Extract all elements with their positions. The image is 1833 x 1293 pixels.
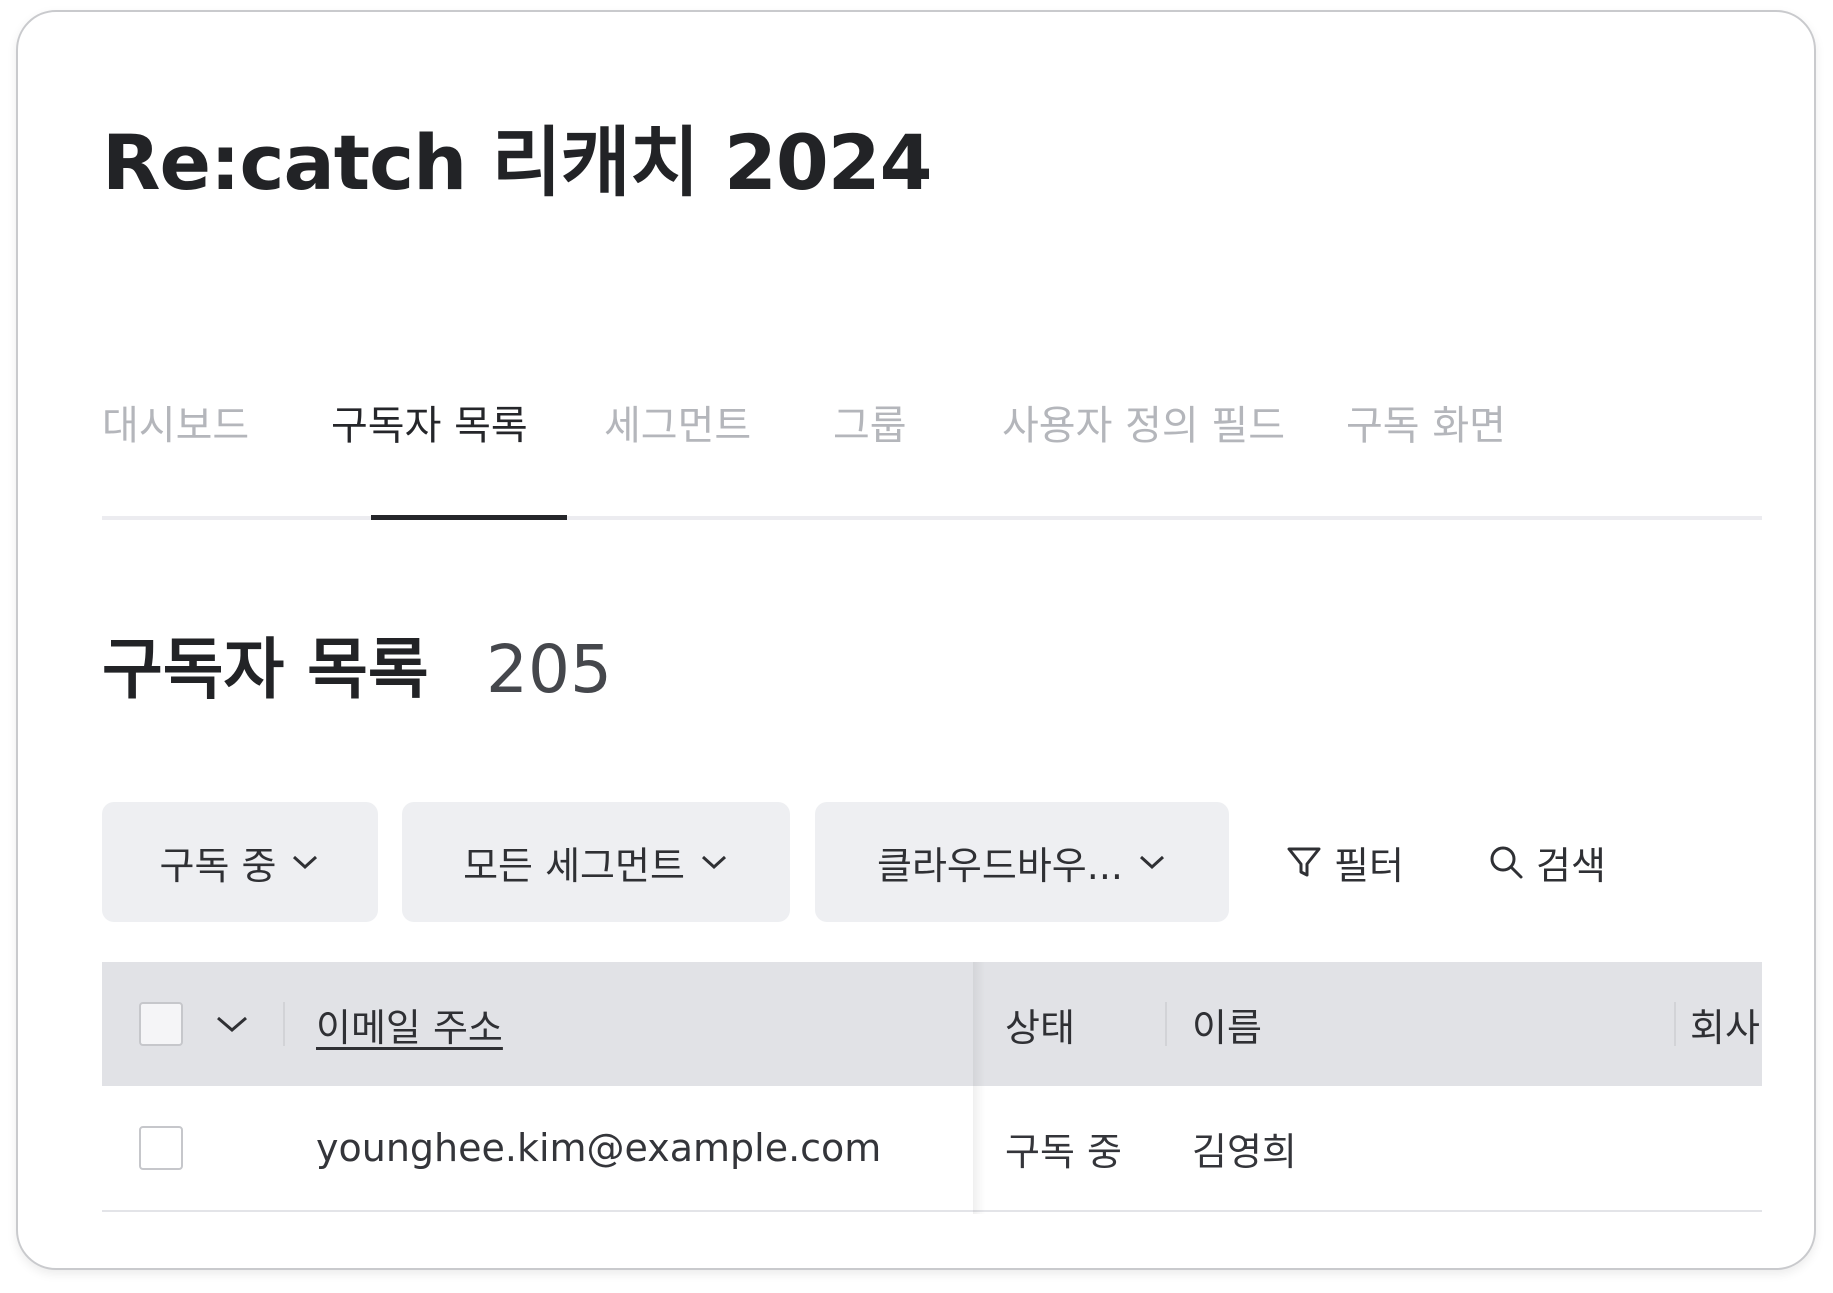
- select-all-checkbox[interactable]: [139, 1002, 183, 1046]
- pinned-column-shadow: [973, 962, 985, 1214]
- chevron-down-icon: [1139, 855, 1165, 870]
- group-filter-dropdown[interactable]: 클라우드바우...: [815, 802, 1229, 922]
- tab-dashboard[interactable]: 대시보드: [102, 402, 249, 450]
- page-title: Re:catch 리캐치 2024: [102, 118, 932, 207]
- table-row[interactable]: younghee.kim@example.com 구독 중 김영희: [102, 1086, 1762, 1212]
- table-header: 이메일 주소 상태 이름 회사: [102, 962, 1762, 1086]
- column-header-status[interactable]: 상태: [1005, 962, 1075, 1086]
- filter-button-label: 필터: [1334, 843, 1404, 888]
- column-divider: [283, 1002, 285, 1046]
- column-header-company[interactable]: 회사: [1690, 962, 1760, 1086]
- search-icon: [1490, 846, 1523, 879]
- segment-filter-label: 모든 세그먼트: [463, 843, 685, 888]
- funnel-icon: [1287, 847, 1321, 877]
- subscriber-count: 205: [486, 631, 612, 708]
- tab-segments[interactable]: 세그먼트: [604, 402, 751, 450]
- segment-filter-dropdown[interactable]: 모든 세그먼트: [402, 802, 790, 922]
- filter-button[interactable]: 필터: [1286, 802, 1404, 922]
- chevron-down-icon: [293, 855, 318, 870]
- status-filter-dropdown[interactable]: 구독 중: [102, 802, 378, 922]
- row-status: 구독 중: [1005, 1129, 1122, 1174]
- tab-groups[interactable]: 그룹: [833, 402, 907, 450]
- tab-subscriber-list[interactable]: 구독자 목록: [331, 402, 528, 450]
- group-filter-label: 클라우드바우...: [877, 843, 1123, 888]
- tab-bar: 대시보드 구독자 목록 세그먼트 그룹 사용자 정의 필드 구독 화면: [102, 382, 1762, 520]
- search-button[interactable]: 검색: [1488, 802, 1606, 922]
- column-header-email[interactable]: 이메일 주소: [316, 962, 503, 1086]
- list-heading: 구독자 목록: [102, 631, 429, 708]
- tab-subscribe-page[interactable]: 구독 화면: [1346, 402, 1506, 450]
- chevron-down-icon: [701, 855, 726, 870]
- status-filter-label: 구독 중: [159, 843, 277, 888]
- column-divider: [1165, 1002, 1167, 1046]
- subscriber-panel: Re:catch 리캐치 2024 대시보드 구독자 목록 세그먼트 그룹 사용…: [16, 10, 1816, 1270]
- chevron-down-icon[interactable]: [214, 1012, 250, 1036]
- row-email: younghee.kim@example.com: [316, 1126, 882, 1170]
- column-header-name[interactable]: 이름: [1192, 962, 1262, 1086]
- row-name: 김영희: [1192, 1129, 1297, 1174]
- subscriber-table: 이메일 주소 상태 이름 회사 younghee.kim@example.com…: [102, 962, 1762, 1214]
- search-button-label: 검색: [1536, 843, 1606, 888]
- tab-custom-fields[interactable]: 사용자 정의 필드: [1002, 402, 1285, 450]
- row-checkbox[interactable]: [139, 1126, 183, 1170]
- column-divider: [1674, 1002, 1676, 1046]
- active-tab-indicator: [371, 515, 567, 520]
